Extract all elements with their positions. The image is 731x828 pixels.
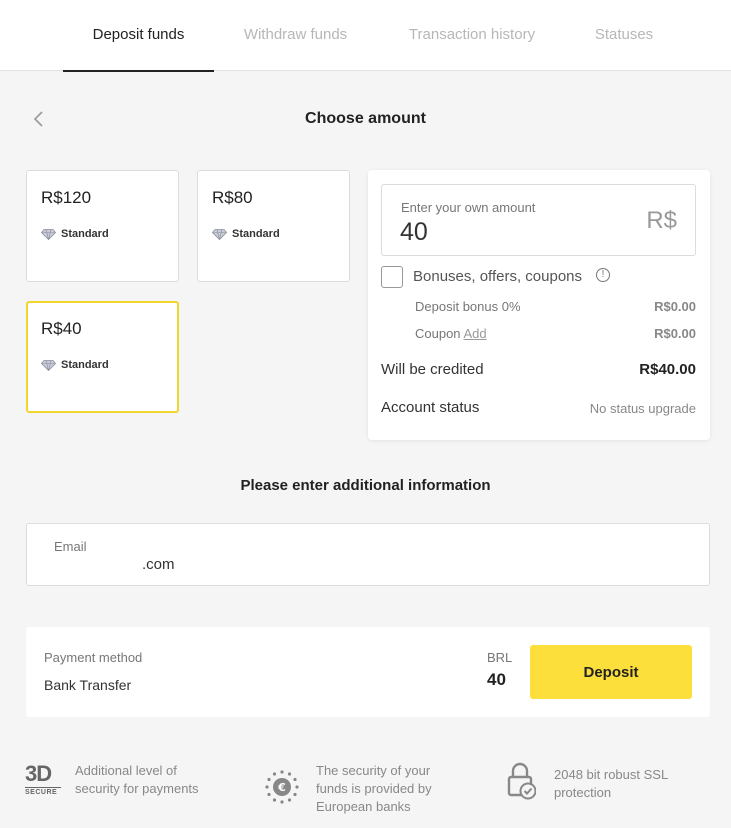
coupon-label: Coupon [415,326,461,341]
amount-card-value: R$40 [41,319,82,338]
tier-label: Standard [232,228,280,240]
feature-european-banks: € The security of your funds is provided… [264,762,432,816]
feature-text-line: protection [554,784,612,800]
credited-value: R$40.00 [639,361,696,378]
payment-method-value: Bank Transfer [44,677,132,693]
feature-3d-secure-text: Additional level of security for payment… [75,762,199,798]
tab-statuses[interactable]: Statuses [578,0,670,71]
payment-section: Payment method Bank Transfer BRL 40 Depo… [26,627,710,717]
page-title: Choose amount [305,110,426,127]
tab-withdraw-funds[interactable]: Withdraw funds [224,0,367,71]
feature-text-line: European banks [316,799,411,814]
info-icon[interactable]: ! [596,268,610,282]
diamond-icon [41,228,56,240]
payment-method-label: Payment method [44,650,143,665]
tier-badge: Standard [41,359,109,371]
amount-summary-panel: Enter your own amount R$ Bonuses, offers… [368,170,710,440]
custom-amount-label: Enter your own amount [401,200,536,215]
bonuses-checkbox[interactable] [381,266,403,288]
coupon-add-link[interactable]: Add [463,326,486,341]
feature-text-line: funds is provided by [316,781,432,796]
deposit-bonus-row: Deposit bonus 0% R$0.00 [415,299,696,314]
lock-check-icon [506,762,537,805]
bonuses-label[interactable]: Bonuses, offers, coupons [413,268,582,285]
payment-amount: 40 [487,670,506,689]
3d-secure-logo-sub: SECURE [25,789,58,796]
feature-ssl: 2048 bit robust SSL protection [506,762,668,805]
tier-badge: Standard [41,228,109,240]
tier-label: Standard [61,228,109,240]
coupon-value: R$0.00 [654,326,696,341]
deposit-bonus-value: R$0.00 [654,299,696,314]
tab-transaction-history[interactable]: Transaction history [392,0,552,71]
diamond-icon [41,359,56,371]
account-status-row: Account status No status upgrade [381,399,696,416]
account-status-label: Account status [381,399,480,416]
feature-3d-secure: 3D SECURE Additional level of security f… [25,762,199,798]
feature-european-banks-text: The security of your funds is provided b… [316,762,432,816]
coupon-row: Coupon Add R$0.00 [415,326,696,341]
3d-secure-logo-icon: 3D SECURE [25,763,63,797]
custom-amount-field[interactable]: Enter your own amount R$ [381,184,696,256]
svg-text:€: € [277,781,286,794]
email-label: Email [54,539,87,554]
amount-card-value: R$120 [41,188,92,207]
currency-symbol: R$ [646,207,677,234]
amount-card-120[interactable]: R$120 Standard [26,170,179,282]
euro-stars-icon: € [264,769,300,810]
3d-secure-logo-text: 3D [25,761,52,786]
email-field[interactable]: Email [26,523,710,586]
amount-card-40[interactable]: R$40 Standard [26,301,179,413]
deposit-bonus-label: Deposit bonus 0% [415,299,521,314]
tab-deposit-funds[interactable]: Deposit funds [63,0,214,72]
payment-currency: BRL [487,650,513,665]
credited-label: Will be credited [381,361,484,378]
feature-text-line: Additional level of [75,763,177,778]
email-input[interactable] [142,556,542,573]
tab-bar: Deposit funds Withdraw funds Transaction… [0,0,731,72]
amount-card-value: R$80 [212,188,253,207]
deposit-button[interactable]: Deposit [530,645,692,699]
diamond-icon [212,228,227,240]
amount-card-80[interactable]: R$80 Standard [197,170,350,282]
tier-badge: Standard [212,228,280,240]
additional-info-heading: Please enter additional information [240,477,491,494]
tier-label: Standard [61,359,109,371]
feature-ssl-text: 2048 bit robust SSL protection [554,766,668,802]
custom-amount-input[interactable] [400,218,600,247]
feature-text-line: 2048 bit robust SSL [554,766,669,782]
feature-text-line: security for payments [75,781,199,796]
account-status-value: No status upgrade [589,401,696,416]
credited-row: Will be credited R$40.00 [381,361,696,378]
feature-text-line: The security of your [316,763,431,778]
